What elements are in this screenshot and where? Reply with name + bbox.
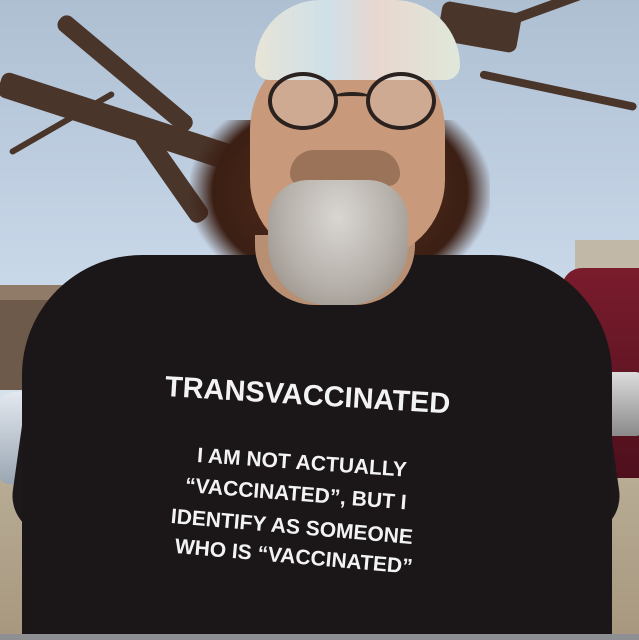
man: TRANSVACCINATED I AM NOT ACTUALLY “VACCI… [0,0,639,640]
headband [255,0,460,80]
bottom-border [0,634,639,640]
photo: TRANSVACCINATED I AM NOT ACTUALLY “VACCI… [0,0,639,640]
black-tshirt [22,255,612,640]
beard [268,180,408,305]
glasses [268,72,448,132]
